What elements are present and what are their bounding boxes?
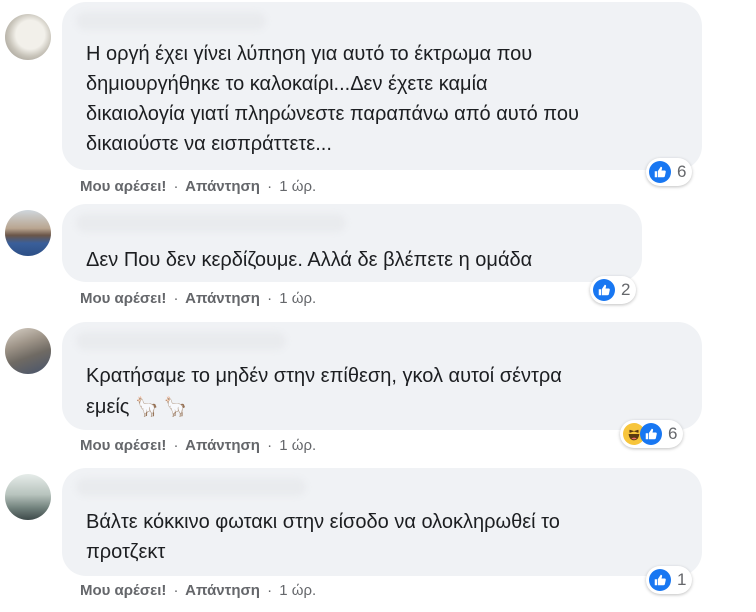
like-icon xyxy=(649,569,671,591)
llama-emoji: 🦙 🦙 xyxy=(135,397,188,418)
comment-actions: Μου αρέσει! · Απάντηση · 1 ώρ. xyxy=(80,290,316,307)
comment-text-line: εμείς 🦙 🦙 xyxy=(86,393,188,422)
avatar[interactable] xyxy=(5,14,51,60)
reaction-count: 2 xyxy=(621,280,631,299)
like-link[interactable]: Μου αρέσει! xyxy=(80,582,166,599)
separator: · xyxy=(267,437,273,454)
separator: · xyxy=(267,582,273,599)
author-name-redacted[interactable] xyxy=(76,478,306,496)
like-icon xyxy=(649,161,671,183)
avatar[interactable] xyxy=(5,328,51,374)
separator: · xyxy=(173,290,179,307)
timestamp[interactable]: 1 ώρ. xyxy=(279,178,316,195)
timestamp[interactable]: 1 ώρ. xyxy=(279,290,316,307)
avatar[interactable] xyxy=(5,474,51,520)
like-icon xyxy=(593,279,615,301)
reaction-count: 6 xyxy=(677,162,687,181)
comment-text-line: Βάλτε κόκκινο φωτακι στην είσοδο να ολοκ… xyxy=(86,511,560,533)
comment-text-line: δικαιούστε να εισπράττετε... xyxy=(86,133,332,155)
reply-link[interactable]: Απάντηση xyxy=(185,582,260,599)
reaction-count: 1 xyxy=(677,570,687,589)
author-name-redacted[interactable] xyxy=(76,214,346,232)
comment-actions: Μου αρέσει! · Απάντηση · 1 ώρ. xyxy=(80,178,316,195)
comment-text-line: Κρατήσαμε το μηδέν στην επίθεση, γκολ αυ… xyxy=(86,365,562,387)
comment-actions: Μου αρέσει! · Απάντηση · 1 ώρ. xyxy=(80,437,316,454)
reply-link[interactable]: Απάντηση xyxy=(185,178,260,195)
author-name-redacted[interactable] xyxy=(76,332,286,350)
author-name-redacted[interactable] xyxy=(76,12,266,30)
like-link[interactable]: Μου αρέσει! xyxy=(80,290,166,307)
reaction-summary[interactable]: 6 xyxy=(620,420,684,448)
reply-link[interactable]: Απάντηση xyxy=(185,437,260,454)
separator: · xyxy=(173,178,179,195)
reaction-summary[interactable]: 2 xyxy=(590,276,637,304)
reaction-summary[interactable]: 6 xyxy=(646,158,693,186)
like-link[interactable]: Μου αρέσει! xyxy=(80,437,166,454)
separator: · xyxy=(173,437,179,454)
comment-actions: Μου αρέσει! · Απάντηση · 1 ώρ. xyxy=(80,582,316,599)
like-icon xyxy=(640,423,662,445)
comment-text-line: προτζεκτ xyxy=(86,541,166,563)
comment-text-line: δημιουργήθηκε το καλοκαίρι...Δεν έχετε κ… xyxy=(86,73,488,95)
timestamp[interactable]: 1 ώρ. xyxy=(279,437,316,454)
reaction-summary[interactable]: 1 xyxy=(646,566,693,594)
separator: · xyxy=(173,582,179,599)
separator: · xyxy=(267,290,273,307)
comment-text-line: Η οργή έχει γίνει λύπηση για αυτό το έκτ… xyxy=(86,43,533,65)
comment-text-fragment: εμείς xyxy=(86,396,130,418)
separator: · xyxy=(267,178,273,195)
timestamp[interactable]: 1 ώρ. xyxy=(279,582,316,599)
avatar[interactable] xyxy=(5,210,51,256)
comment-text-line: Δεν Που δεν κερδίζουμε. Αλλά δε βλέπετε … xyxy=(86,249,533,271)
comment-text-line: δικαιολογία γιατί πληρώνεστε παραπάνω απ… xyxy=(86,103,579,125)
reply-link[interactable]: Απάντηση xyxy=(185,290,260,307)
reaction-count: 6 xyxy=(668,424,678,443)
like-link[interactable]: Μου αρέσει! xyxy=(80,178,166,195)
